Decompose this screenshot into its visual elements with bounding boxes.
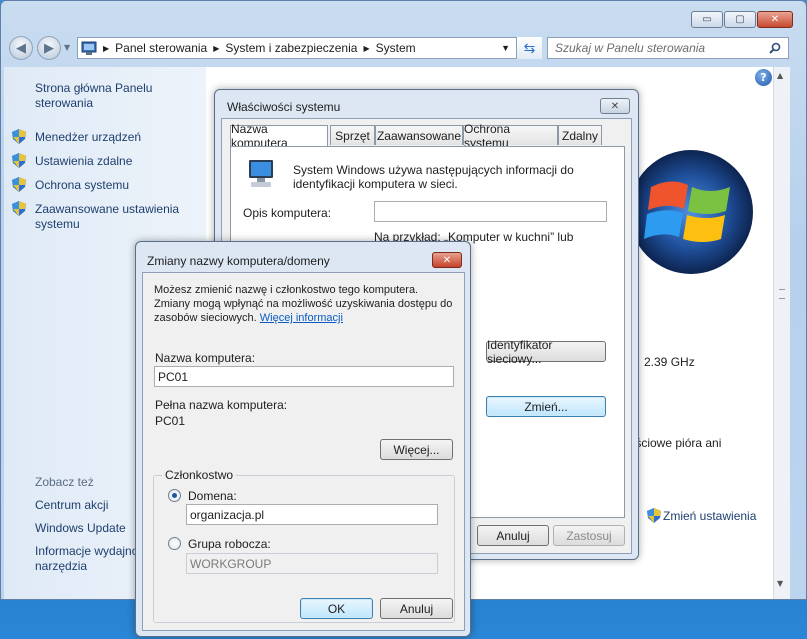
system-protection-link[interactable]: Ochrona systemu (35, 178, 129, 193)
breadcrumb-system[interactable]: System (376, 41, 416, 55)
domain-radio[interactable] (168, 489, 181, 502)
windows-logo (629, 150, 753, 274)
close-window-button[interactable]: ✕ (757, 11, 793, 28)
computer-description-input[interactable] (374, 201, 607, 222)
advanced-settings-link[interactable]: Zaawansowane ustawienia systemu (35, 202, 185, 232)
cpu-speed-text: 2.39 GHz (644, 355, 695, 369)
maximize-icon: ▢ (735, 14, 745, 25)
scroll-up-icon[interactable]: ▲ (777, 71, 783, 80)
scroll-down-icon[interactable]: ▼ (777, 579, 783, 588)
refresh-icon: ⇆ (523, 39, 536, 56)
full-name-label: Pełna nazwa komputera: (155, 398, 288, 412)
dialog-title: Zmiany nazwy komputera/domeny (147, 254, 330, 268)
breadcrumb-system-security[interactable]: System i zabezpieczenia (225, 41, 357, 55)
domain-input[interactable]: organizacja.pl (186, 504, 438, 525)
computer-name-label: Nazwa komputera: (155, 351, 256, 365)
see-also-heading: Zobacz też (35, 475, 94, 489)
minimize-icon: ▭ (702, 14, 712, 25)
uac-shield-icon (647, 508, 661, 523)
close-icon: ✕ (442, 254, 452, 266)
action-center-link[interactable]: Centrum akcji (35, 498, 108, 513)
help-icon[interactable]: ? (755, 69, 772, 86)
breadcrumb-control-panel[interactable]: Panel sterowania (115, 41, 207, 55)
breadcrumb-separator-icon: ▶ (213, 43, 220, 53)
full-name-value: PC01 (155, 414, 186, 428)
info-text: System Windows używa następujących infor… (293, 163, 574, 191)
forward-arrow-icon: ▶ (44, 40, 54, 56)
tab-system-protection[interactable]: Ochrona systemu (463, 122, 558, 150)
address-bar[interactable]: ▶ Panel sterowania ▶ System i zabezpiecz… (77, 37, 542, 59)
scroll-thumb[interactable] (779, 289, 785, 299)
change-settings-link[interactable]: Zmień ustawienia (663, 509, 756, 524)
vertical-scrollbar[interactable]: ▲ ▼ (773, 67, 790, 599)
search-icon[interactable] (769, 42, 781, 54)
uac-shield-icon (12, 153, 26, 168)
minimize-button[interactable]: ▭ (691, 11, 723, 28)
rename-info-text: Możesz zmienić nazwę i członkostwo tego … (154, 283, 454, 325)
workgroup-radio[interactable] (168, 537, 181, 550)
search-placeholder: Szukaj w Panelu sterowania (555, 41, 706, 55)
description-label: Opis komputera: (243, 206, 332, 220)
search-input[interactable]: Szukaj w Panelu sterowania (547, 37, 789, 59)
tab-remote[interactable]: Zdalny (558, 125, 602, 145)
pen-input-text: ejściowe pióra ani (626, 436, 722, 450)
computer-name-input[interactable]: PC01 (154, 366, 454, 387)
dialog-title: Właściwości systemu (227, 100, 341, 114)
cancel-button[interactable]: Anuluj (380, 598, 453, 619)
change-button[interactable]: Zmień... (486, 396, 606, 417)
close-icon: ✕ (610, 100, 620, 112)
uac-shield-icon (12, 177, 26, 192)
close-dialog-button[interactable]: ✕ (600, 98, 630, 114)
control-panel-home-link[interactable]: Strona główna Panelu sterowania (35, 81, 175, 111)
computer-icon (249, 160, 273, 187)
uac-shield-icon (12, 201, 26, 216)
breadcrumb-separator-icon: ▶ (103, 43, 110, 53)
network-id-button[interactable]: Identyfikator sieciowy... (486, 338, 606, 366)
tab-strip: Nazwa komputera Sprzęt Zaawansowane Ochr… (230, 122, 625, 150)
tab-advanced[interactable]: Zaawansowane (375, 125, 463, 145)
tab-hardware[interactable]: Sprzęt (330, 125, 375, 145)
workgroup-label[interactable]: Grupa robocza: (188, 537, 271, 551)
tab-computer-name[interactable]: Nazwa komputera (230, 122, 328, 150)
ok-button[interactable]: OK (300, 598, 373, 619)
control-panel-icon (81, 41, 97, 55)
close-icon: ✕ (770, 14, 780, 25)
breadcrumb-separator-icon: ▶ (363, 43, 370, 53)
more-info-link[interactable]: Więcej informacji (260, 312, 343, 324)
cancel-button[interactable]: Anuluj (477, 525, 549, 546)
remote-settings-link[interactable]: Ustawienia zdalne (35, 154, 132, 169)
domain-label[interactable]: Domena: (188, 489, 237, 503)
uac-shield-icon (12, 129, 26, 144)
more-button[interactable]: Więcej... (380, 439, 453, 460)
refresh-button[interactable]: ⇆ (516, 37, 542, 59)
membership-label: Członkostwo (162, 468, 237, 482)
windows-update-link[interactable]: Windows Update (35, 521, 126, 536)
back-button[interactable]: ◀ (9, 36, 33, 60)
apply-button[interactable]: Zastosuj (553, 525, 625, 546)
recent-pages-icon[interactable]: ▼ (64, 43, 70, 52)
close-dialog-button[interactable]: ✕ (432, 252, 462, 268)
address-dropdown-icon[interactable]: ▼ (501, 43, 510, 53)
device-manager-link[interactable]: Menedżer urządzeń (35, 130, 141, 145)
workgroup-input[interactable]: WORKGROUP (186, 553, 438, 574)
back-arrow-icon: ◀ (16, 40, 26, 56)
forward-button[interactable]: ▶ (37, 36, 61, 60)
dialog-body: Możesz zmienić nazwę i członkostwo tego … (142, 272, 465, 631)
rename-computer-dialog: Zmiany nazwy komputera/domeny ✕ Możesz z… (135, 241, 471, 637)
maximize-button[interactable]: ▢ (724, 11, 756, 28)
